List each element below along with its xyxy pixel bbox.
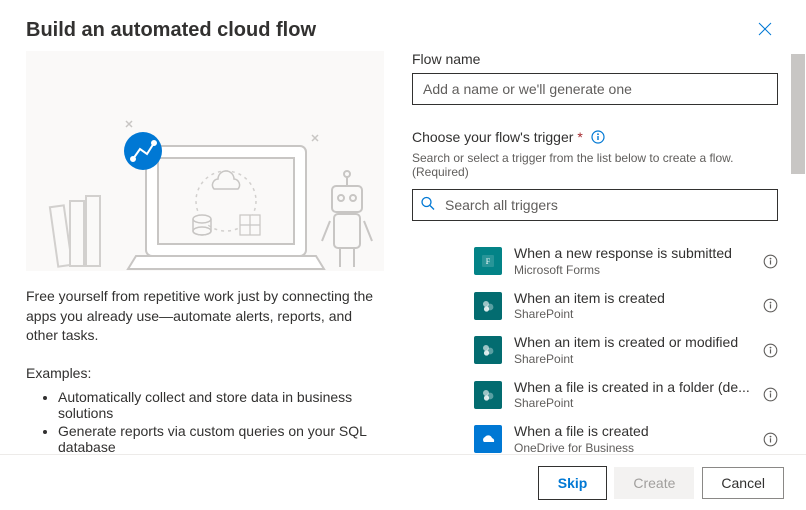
trigger-text: When an item is createdSharePoint xyxy=(514,290,751,323)
trigger-text: When a file is created in a folder (de..… xyxy=(514,379,751,412)
trigger-info-button[interactable] xyxy=(763,387,778,402)
trigger-info-button[interactable] xyxy=(763,343,778,358)
trigger-item[interactable]: F When a new response is submittedMicroso… xyxy=(474,239,778,284)
connector-icon xyxy=(474,336,502,364)
example-item: Generate reports via custom queries on y… xyxy=(58,423,384,454)
trigger-subtitle: Microsoft Forms xyxy=(514,263,751,278)
examples-list: Automatically collect and store data in … xyxy=(26,389,384,454)
trigger-text: When a new response is submittedMicrosof… xyxy=(514,245,751,278)
connector-icon xyxy=(474,381,502,409)
required-asterisk: * xyxy=(577,129,582,145)
flow-name-input[interactable] xyxy=(412,73,778,105)
description-text: Free yourself from repetitive work just … xyxy=(26,287,384,346)
trigger-list: F When a new response is submittedMicroso… xyxy=(412,239,778,454)
cancel-button[interactable]: Cancel xyxy=(702,467,784,499)
trigger-label-row: Choose your flow's trigger * xyxy=(412,129,778,145)
connector-icon xyxy=(474,292,502,320)
trigger-subtitle: SharePoint xyxy=(514,352,751,367)
trigger-info-button[interactable] xyxy=(763,432,778,447)
trigger-title: When a file is created in a folder (de..… xyxy=(514,379,751,397)
left-panel: Free yourself from repetitive work just … xyxy=(26,51,384,454)
search-icon xyxy=(420,196,436,215)
trigger-title: When a file is created xyxy=(514,423,751,441)
trigger-section: Choose your flow's trigger * Search or s… xyxy=(412,129,778,454)
trigger-item[interactable]: When a file is createdOneDrive for Busin… xyxy=(474,417,778,454)
scrollbar-thumb[interactable] xyxy=(791,54,805,174)
trigger-title: When a new response is submitted xyxy=(514,245,751,263)
trigger-title: When an item is created xyxy=(514,290,751,308)
trigger-text: When a file is createdOneDrive for Busin… xyxy=(514,423,751,454)
connector-icon xyxy=(474,425,502,453)
svg-text:F: F xyxy=(486,257,491,266)
dialog-header: Build an automated cloud flow xyxy=(0,0,806,51)
trigger-info-button[interactable] xyxy=(763,254,778,269)
trigger-subtitle: OneDrive for Business xyxy=(514,441,751,455)
create-button[interactable]: Create xyxy=(614,467,694,499)
example-item: Automatically collect and store data in … xyxy=(58,389,384,421)
trigger-hint: Search or select a trigger from the list… xyxy=(412,151,778,179)
examples-heading: Examples: xyxy=(26,364,384,384)
trigger-label: Choose your flow's trigger xyxy=(412,129,573,145)
trigger-item[interactable]: When an item is createdSharePoint xyxy=(474,284,778,329)
trigger-search-wrap xyxy=(412,189,778,221)
right-panel: Flow name Choose your flow's trigger * S… xyxy=(412,51,806,454)
close-button[interactable] xyxy=(750,18,780,43)
close-icon xyxy=(758,22,772,36)
trigger-info-button[interactable] xyxy=(763,298,778,313)
info-icon[interactable] xyxy=(591,130,605,144)
dialog-title: Build an automated cloud flow xyxy=(26,19,316,42)
connector-icon: F xyxy=(474,247,502,275)
trigger-item[interactable]: When a file is created in a folder (de..… xyxy=(474,373,778,418)
flow-illustration xyxy=(26,51,384,271)
dialog-body: Free yourself from repetitive work just … xyxy=(0,51,806,454)
trigger-title: When an item is created or modified xyxy=(514,334,751,352)
flow-name-label: Flow name xyxy=(412,51,778,67)
build-flow-dialog: Build an automated cloud flow xyxy=(0,0,806,510)
trigger-text: When an item is created or modifiedShare… xyxy=(514,334,751,367)
trigger-subtitle: SharePoint xyxy=(514,307,751,322)
skip-button[interactable]: Skip xyxy=(539,467,607,499)
dialog-footer: Skip Create Cancel xyxy=(0,454,806,510)
trigger-item[interactable]: When an item is created or modifiedShare… xyxy=(474,328,778,373)
trigger-subtitle: SharePoint xyxy=(514,396,751,411)
trigger-search-input[interactable] xyxy=(412,189,778,221)
